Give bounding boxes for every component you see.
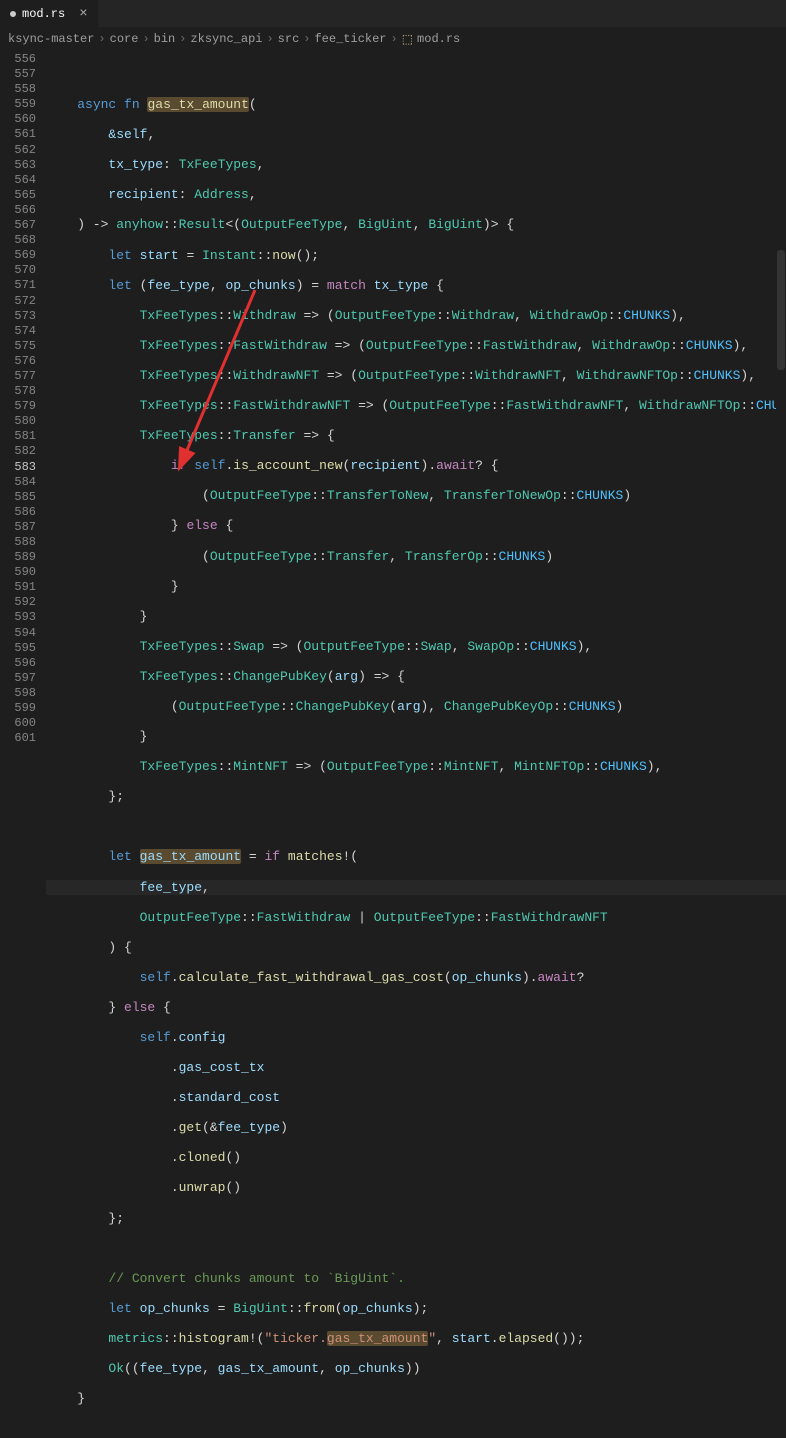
breadcrumb-item[interactable]: fee_ticker: [314, 32, 386, 46]
breadcrumb-item[interactable]: src: [278, 32, 300, 46]
minimap-scrollbar[interactable]: [776, 50, 786, 719]
modified-dot-icon: [10, 11, 16, 17]
tab-mod-rs[interactable]: mod.rs ×: [0, 0, 98, 27]
tab-bar: mod.rs ×: [0, 0, 786, 28]
breadcrumb-item[interactable]: core: [110, 32, 139, 46]
tab-filename: mod.rs: [22, 7, 65, 21]
line-gutter: 5565575585595605615625635645655665675685…: [0, 50, 46, 719]
breadcrumb-item[interactable]: bin: [154, 32, 176, 46]
breadcrumb-item: ⬚: [402, 32, 413, 47]
breadcrumb-item[interactable]: zksync_api: [190, 32, 262, 46]
code-editor[interactable]: 5565575585595605615625635645655665675685…: [0, 50, 786, 719]
close-icon[interactable]: ×: [79, 6, 87, 22]
code-content[interactable]: async fn gas_tx_amount( &self, tx_type: …: [46, 50, 786, 719]
breadcrumb-item[interactable]: ksync-master: [8, 32, 94, 46]
breadcrumb: ksync-master› core› bin› zksync_api› src…: [0, 28, 786, 50]
breadcrumb-item[interactable]: mod.rs: [417, 32, 460, 46]
